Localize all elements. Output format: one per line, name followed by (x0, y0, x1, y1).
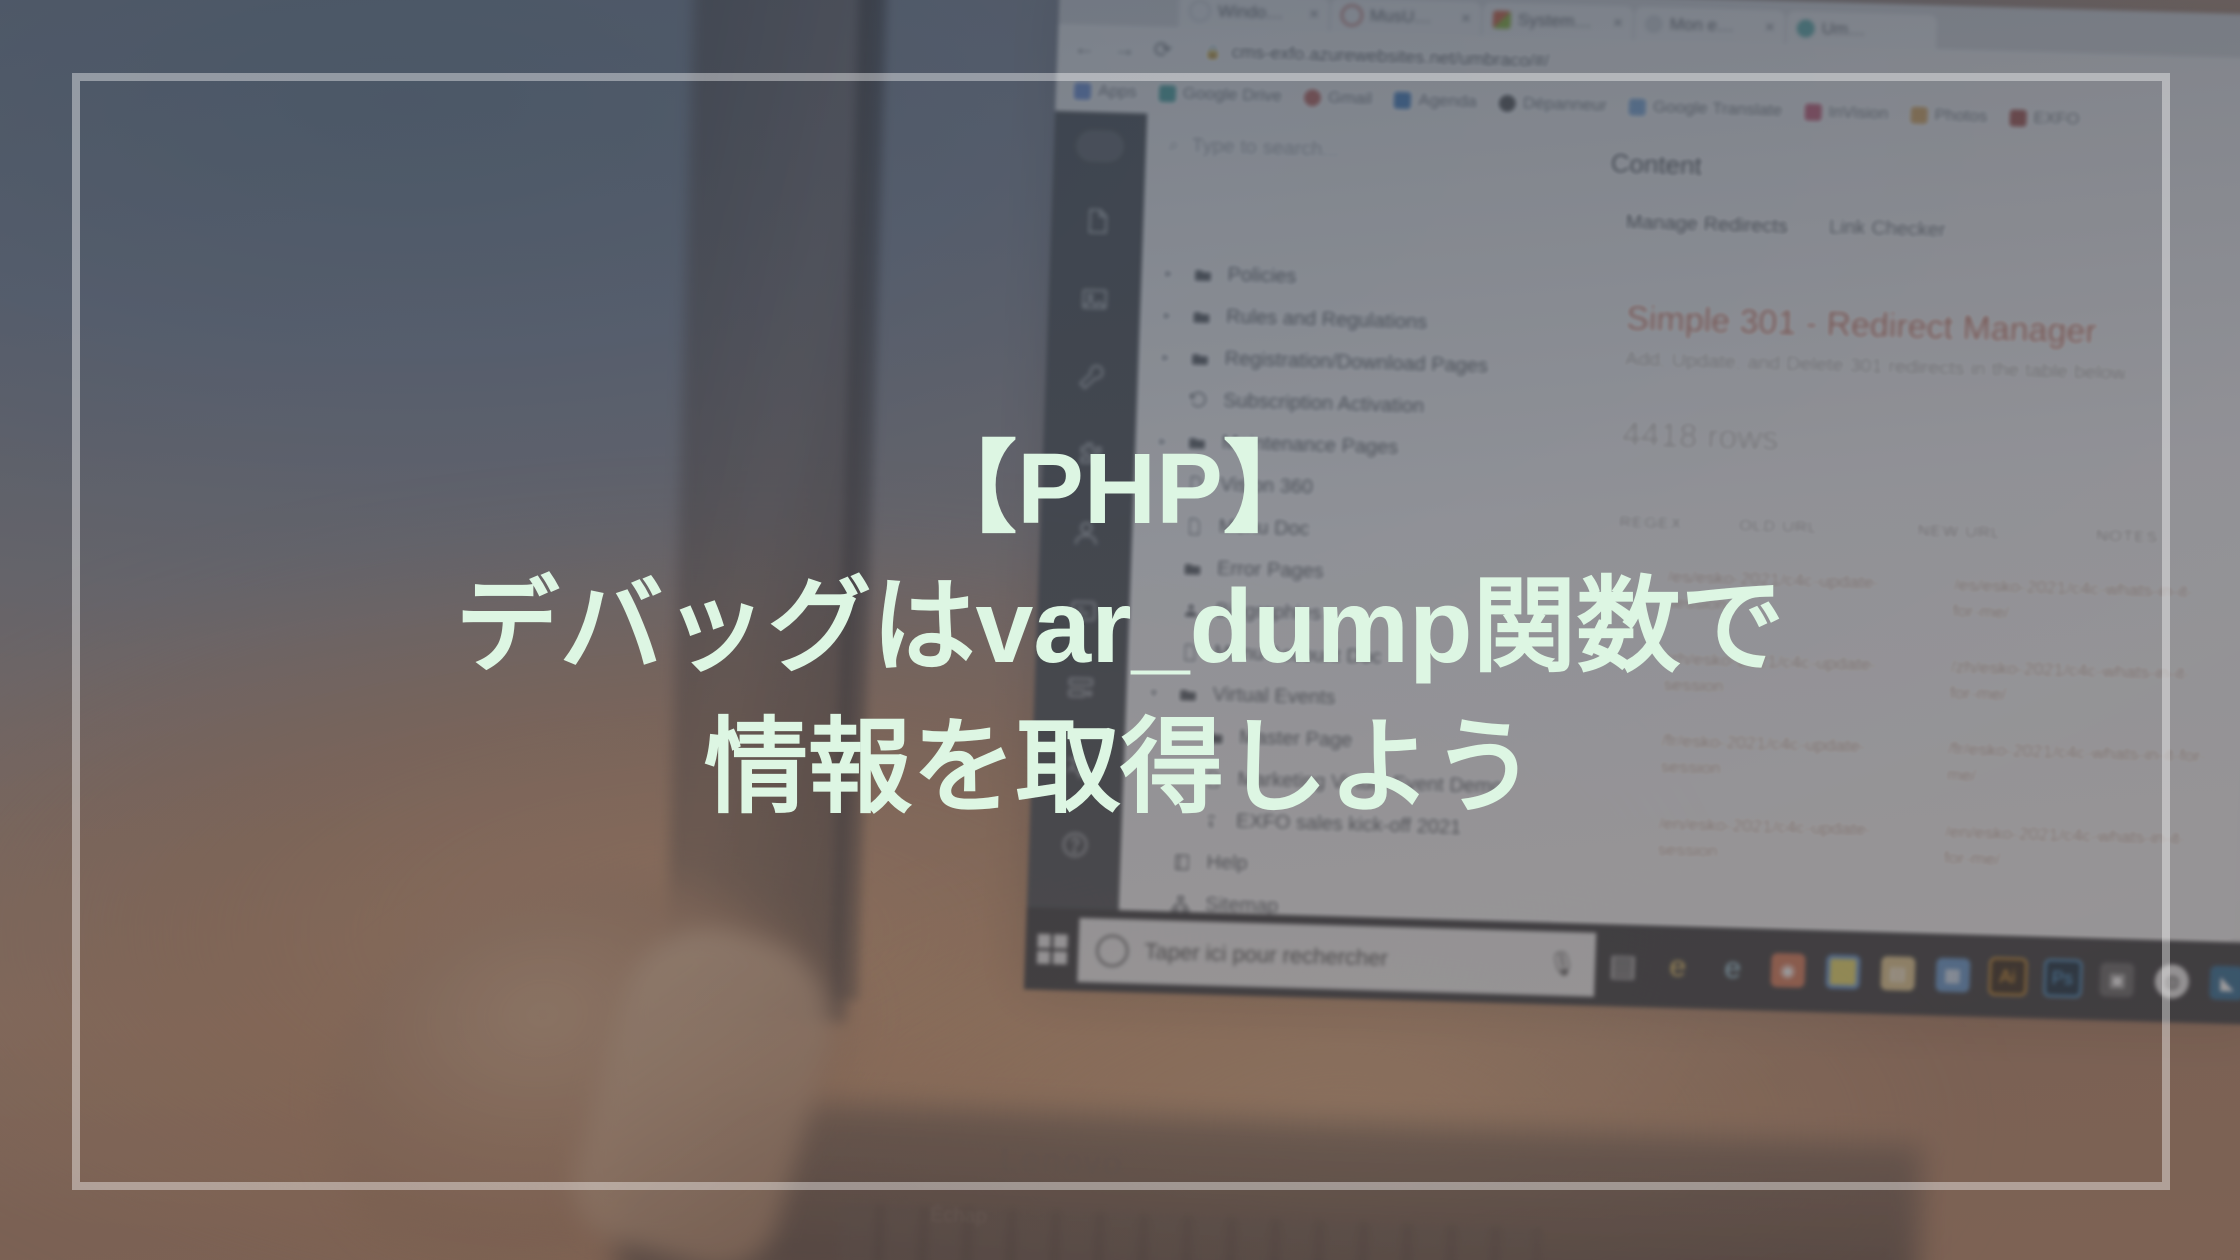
thumbnail-card: Windo… × MusU… × System… × Mon e… × (0, 0, 2240, 1260)
title-line-3: 情報を取得しよう (703, 710, 1536, 826)
title-line-1: 【PHP】 (917, 432, 1323, 545)
title-block: 【PHP】 デバッグはvar_dump関数で 情報を取得しよう (0, 0, 2240, 1260)
title-line-2: デバッグはvar_dump関数で (455, 568, 1785, 685)
